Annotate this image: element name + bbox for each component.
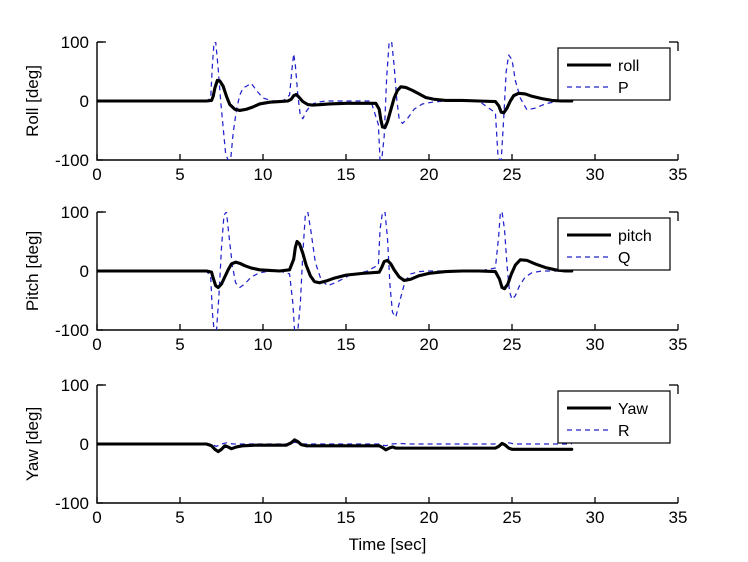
x-tick-label: 30 [586,165,605,184]
x-tick-label: 15 [337,165,356,184]
x-tick-label: 5 [175,335,184,354]
legend-label-pitch: pitch [618,228,652,245]
legend-label-roll: roll [618,58,639,75]
x-tick-label: 20 [420,508,439,527]
series-group [97,212,574,330]
x-axis-title: Time [sec] [349,535,427,554]
x-tick-label: 10 [254,165,273,184]
legend-label-r: R [618,423,630,440]
y-tick-label: 100 [61,376,89,395]
y-tick-label: 0 [80,92,89,111]
plot-svg: 0 5 10 15 20 25 30 35-1000100Roll [deg] rollP0 5 1… [23,33,687,554]
series-roll [97,78,574,130]
y-axis-title: Pitch [deg] [23,231,42,311]
y-tick-label: -100 [55,494,89,513]
x-tick-label: 20 [420,335,439,354]
legend-box [557,217,671,271]
x-tick-label: 15 [337,508,356,527]
x-tick-label: 25 [503,335,522,354]
subplot-roll: 0 5 10 15 20 25 30 35-1000100Roll [deg] rollP [23,33,687,184]
legend: roll P [557,47,671,101]
x-tick-label: 10 [254,508,273,527]
y-tick-label: 0 [80,262,89,281]
x-tick-label: 35 [669,508,688,527]
x-tick-label: 30 [586,508,605,527]
x-tick-label: 15 [337,335,356,354]
legend-label-yaw: Yaw [618,401,648,418]
legend-label-p: P [618,80,629,97]
y-tick-label: -100 [55,151,89,170]
y-tick-label: 100 [61,203,89,222]
x-tick-label: 5 [175,508,184,527]
x-tick-label: 35 [669,335,688,354]
series-group [97,438,574,454]
legend-box [557,390,671,444]
x-tick-label: 25 [503,165,522,184]
legend-label-q: Q [618,250,630,267]
x-tick-label: 25 [503,508,522,527]
x-tick-label: 20 [420,165,439,184]
x-tick-label: 5 [175,165,184,184]
legend: pitch Q [557,217,671,271]
subplot-pitch: 0 5 10 15 20 25 30 35-1000100Pitch [deg] pitchQ [23,203,687,354]
legend: Yaw R [557,390,671,444]
y-axis-title: Yaw [deg] [23,407,42,481]
x-tick-label: 0 [92,165,101,184]
x-tick-label: 0 [92,335,101,354]
y-axis-title: Roll [deg] [23,65,42,137]
x-tick-label: 35 [669,165,688,184]
subplot-yaw: 0 5 10 15 20 25 30 35-1000100Yaw [deg]Time [sec… [23,376,687,554]
x-tick-label: 30 [586,335,605,354]
y-tick-label: -100 [55,321,89,340]
figure-canvas: 0 5 10 15 20 25 30 35 -100 0 100 Roll [deg] roll P 0 5 1… [0,0,748,562]
series-pitch [97,239,574,291]
legend-box [557,47,671,101]
series-yaw [97,438,574,454]
y-tick-label: 100 [61,33,89,52]
x-tick-label: 10 [254,335,273,354]
y-tick-label: 0 [80,435,89,454]
x-tick-label: 0 [92,508,101,527]
series-group [97,42,574,160]
